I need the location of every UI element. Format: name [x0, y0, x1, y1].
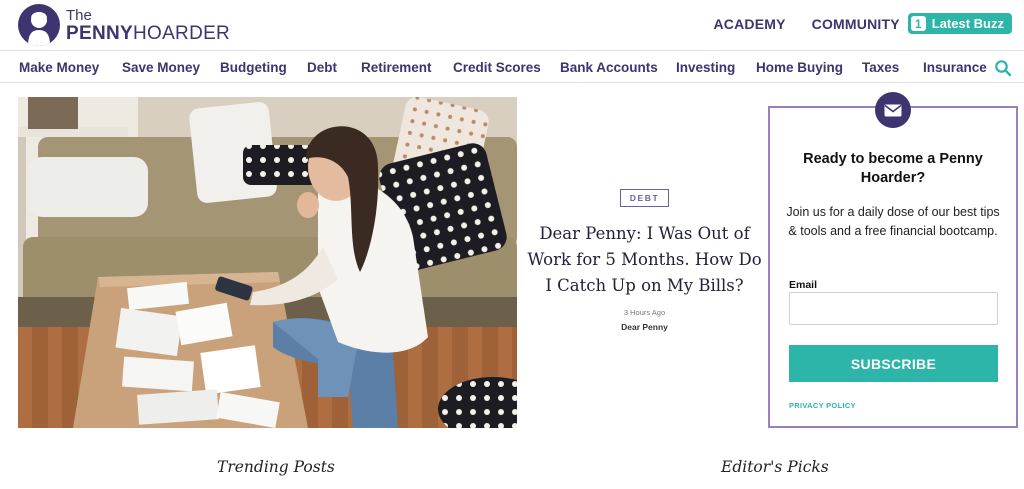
top-links: ACADEMY COMMUNITY 1 Latest Buzz: [687, 13, 1012, 34]
editors-picks-heading: Editor's Picks: [721, 458, 829, 476]
academy-link[interactable]: ACADEMY: [713, 16, 785, 32]
nav-item-bank-accounts[interactable]: Bank Accounts: [560, 60, 658, 75]
nav-item-save-money[interactable]: Save Money: [122, 60, 200, 75]
nav-item-credit-scores[interactable]: Credit Scores: [453, 60, 541, 75]
nav-item-home-buying[interactable]: Home Buying: [756, 60, 843, 75]
logo-hoarder: HOARDER: [132, 22, 231, 44]
privacy-policy-link[interactable]: PRIVACY POLICY: [789, 401, 856, 410]
signup-title: Ready to become a Penny Hoarder?: [803, 151, 983, 186]
category-tag[interactable]: DEBT: [619, 189, 670, 207]
site-header: The PENNYHOARDER ACADEMY COMMUNITY 1 Lat…: [0, 0, 1024, 50]
nav-item-make-money[interactable]: Make Money: [19, 60, 99, 75]
nav-item-insurance[interactable]: Insurance: [923, 60, 987, 75]
logo-penny: PENNY: [66, 22, 133, 44]
category-nav: Make Money Save Money Budgeting Debt Ret…: [0, 50, 1024, 83]
search-icon[interactable]: [994, 59, 1012, 77]
logo-the: The: [66, 6, 92, 24]
nav-item-taxes[interactable]: Taxes: [862, 60, 899, 75]
email-field[interactable]: [789, 292, 998, 325]
subscribe-button[interactable]: SUBSCRIBE: [789, 345, 998, 382]
buzz-label: Latest Buzz: [931, 16, 1004, 31]
site-logo[interactable]: The PENNYHOARDER: [18, 4, 230, 46]
buzz-count-badge: 1: [910, 16, 926, 31]
nav-item-investing[interactable]: Investing: [676, 60, 735, 75]
article-timestamp: 3 Hours Ago: [623, 308, 666, 317]
hero-image[interactable]: [18, 97, 517, 428]
email-label: Email: [789, 279, 818, 291]
newsletter-signup: Ready to become a Penny Hoarder? Join us…: [768, 106, 1018, 428]
envelope-icon: [875, 92, 911, 128]
penny-silhouette-icon: [18, 4, 60, 46]
article-author[interactable]: Dear Penny: [527, 322, 762, 332]
community-link[interactable]: COMMUNITY: [812, 16, 900, 32]
latest-buzz-button[interactable]: 1 Latest Buzz: [907, 13, 1012, 34]
featured-article: DEBT Dear Penny: I Was Out of Work for 5…: [527, 97, 762, 428]
article-headline[interactable]: Dear Penny: I Was Out of Work for 5 Mont…: [527, 221, 762, 299]
nav-item-budgeting[interactable]: Budgeting: [220, 60, 287, 75]
nav-item-debt[interactable]: Debt: [307, 60, 337, 75]
logo-wordmark: The PENNYHOARDER: [66, 8, 230, 43]
nav-item-retirement[interactable]: Retirement: [361, 60, 432, 75]
logo-name: PENNYHOARDER: [66, 23, 230, 44]
signup-description: Join us for a daily dose of our best tip…: [786, 205, 1000, 238]
trending-posts-heading: Trending Posts: [217, 458, 335, 476]
